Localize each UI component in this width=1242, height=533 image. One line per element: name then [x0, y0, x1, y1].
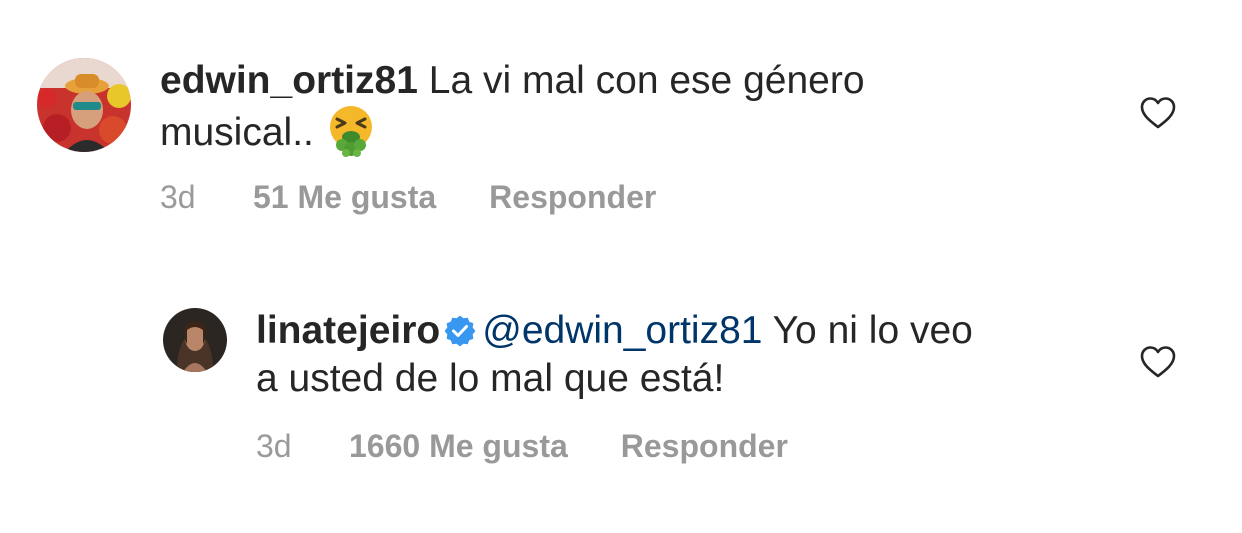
likes-count-button[interactable]: 1660 Me gusta — [349, 426, 568, 466]
avatar[interactable] — [163, 308, 227, 372]
comment-meta: 3d 51 Me gusta Responder — [160, 177, 656, 217]
comment-timestamp[interactable]: 3d — [160, 177, 253, 217]
comment-text-continued: musical.. — [160, 111, 314, 154]
comment-text-continued: a usted de lo mal que está! — [256, 357, 725, 400]
avatar[interactable] — [37, 58, 131, 152]
verified-badge-icon — [444, 311, 476, 347]
comment-linatejeiro: linatejeiro @edwin_ortiz81 Yo ni lo veo … — [0, 260, 1242, 533]
comment-timestamp[interactable]: 3d — [256, 426, 349, 466]
reply-button[interactable]: Responder — [489, 177, 656, 217]
nauseated-vomit-emoji-icon — [326, 105, 376, 157]
comment-text: Yo ni lo veo — [772, 309, 973, 352]
comment-meta: 3d 1660 Me gusta Responder — [256, 426, 788, 466]
comment-edwin: edwin_ortiz81 La vi mal con ese género m… — [0, 0, 1242, 260]
comment-username[interactable]: linatejeiro — [256, 309, 440, 352]
likes-count-button[interactable]: 51 Me gusta — [253, 177, 436, 217]
comment-text-block: edwin_ortiz81 La vi mal con ese género m… — [160, 57, 1100, 157]
comment-username[interactable]: edwin_ortiz81 — [160, 59, 418, 102]
mention-link[interactable]: @edwin_ortiz81 — [482, 309, 762, 352]
reply-button[interactable]: Responder — [621, 426, 788, 466]
comment-text: La vi mal con ese género — [428, 59, 865, 102]
comment-text-block: linatejeiro @edwin_ortiz81 Yo ni lo veo … — [256, 307, 1136, 403]
like-heart-icon[interactable] — [1139, 96, 1177, 130]
like-heart-icon[interactable] — [1139, 345, 1177, 379]
